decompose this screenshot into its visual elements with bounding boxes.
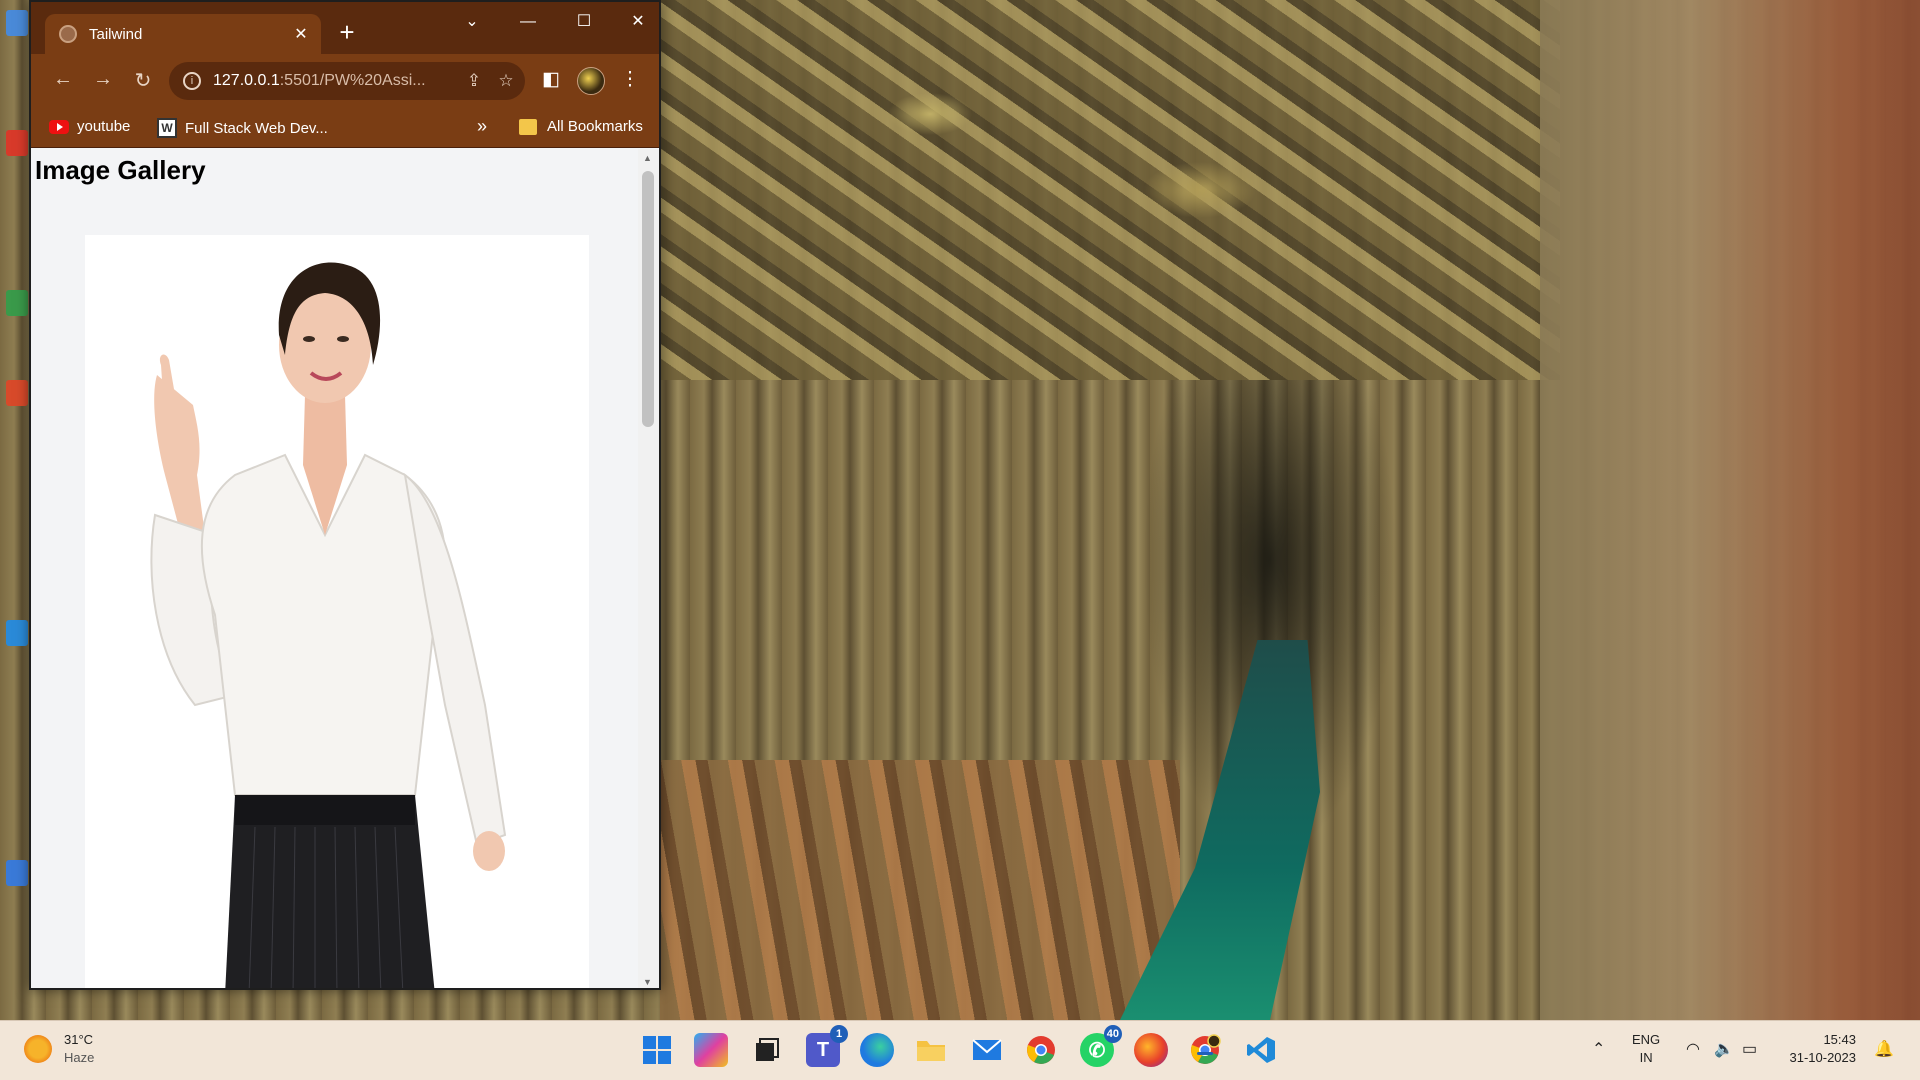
browser-window: Tailwind ✕ + ⌄ — ☐ ✕ ← → ↻ i 127.0.0.1:5… [29,0,661,990]
taskbar: 31°C Haze T1 ✆ 40 ⌃ ENG IN ◠ 🔈 ▭ 15:43 31… [0,1020,1920,1080]
share-icon[interactable]: ⇪ [461,71,487,91]
chevron-up-icon[interactable]: ⌃ [1592,1039,1605,1059]
desktop-shortcut-icon[interactable] [6,380,28,406]
vscode-icon[interactable] [1244,1033,1278,1067]
copilot-icon[interactable] [694,1033,728,1067]
whatsapp-badge: 40 [1103,1025,1122,1043]
wallpaper-cave-ceiling [660,0,1560,380]
wallpaper-rocks [660,760,1180,1020]
star-icon[interactable]: ☆ [493,71,519,91]
clock-date: 31-10-2023 [1789,1050,1857,1065]
bookmarks-overflow-button[interactable]: » [477,116,487,137]
page-title: Image Gallery [35,155,206,185]
back-arrow-icon[interactable]: ← [49,68,77,91]
desktop-icons-strip [0,0,32,1020]
chrome-icon[interactable] [1024,1033,1058,1067]
wifi-icon[interactable]: ◠ [1686,1039,1700,1059]
weather-condition: Haze [64,1050,95,1065]
browser-tab[interactable]: Tailwind ✕ [45,14,321,54]
desktop-shortcut-icon[interactable] [6,130,28,156]
all-bookmarks-label: All Bookmarks [547,118,643,135]
folder-icon [519,118,537,135]
youtube-icon [49,119,69,134]
globe-icon [59,25,77,43]
battery-icon[interactable]: ▭ [1742,1039,1757,1059]
minimize-button[interactable]: — [505,8,551,36]
task-view-icon[interactable] [750,1033,784,1067]
clock[interactable]: 15:43 31-10-2023 [1786,1031,1857,1067]
url-text[interactable]: 127.0.0.1:5501/PW%20Assi... [213,72,461,90]
side-panel-icon[interactable]: ◧ [538,68,564,91]
browser-toolbar: ← → ↻ i 127.0.0.1:5501/PW%20Assi... ⇪ ☆ … [31,54,659,108]
address-bar[interactable]: i 127.0.0.1:5501/PW%20Assi... ⇪ ☆ [169,62,525,100]
wallpaper-cave-wall [1540,0,1920,1020]
bookmark-youtube[interactable]: youtube [49,118,130,135]
menu-kebab-icon[interactable]: ⋮ [617,68,643,91]
tab-search-button[interactable]: ⌄ [449,8,495,36]
forward-arrow-icon[interactable]: → [89,68,117,91]
desktop-shortcut-icon[interactable] [6,620,28,646]
bookmark-full-stack[interactable]: W Full Stack Web Dev... [157,118,328,138]
gallery-image-card [85,235,589,988]
close-window-button[interactable]: ✕ [615,8,659,36]
profile-avatar[interactable] [577,67,605,95]
page-scrollbar[interactable]: ▲ ▼ [638,149,659,988]
chrome-profile-icon[interactable] [1188,1033,1222,1067]
desktop-shortcut-icon[interactable] [6,10,28,36]
windows-start-icon[interactable] [640,1033,674,1067]
teams-icon[interactable]: T1 [806,1025,848,1067]
wordpress-icon: W [157,118,177,138]
teams-badge: 1 [830,1025,848,1043]
language-indicator[interactable]: ENG IN [1632,1031,1660,1067]
folder-icon[interactable] [914,1033,948,1067]
bookmark-label: youtube [77,118,131,135]
volume-icon[interactable]: 🔈 [1714,1039,1734,1059]
all-bookmarks-button[interactable]: All Bookmarks [519,118,643,135]
clock-time: 15:43 [1823,1032,1856,1047]
bookmarks-bar: youtube W Full Stack Web Dev... » All Bo… [31,108,659,148]
site-info-icon[interactable]: i [183,72,201,90]
gallery-image [150,262,507,988]
browser-titlebar: Tailwind ✕ + ⌄ — ☐ ✕ [31,2,659,54]
maximize-button[interactable]: ☐ [561,8,607,36]
scrollbar-thumb[interactable] [642,171,654,427]
active-app-indicator [1197,1052,1213,1055]
reload-icon[interactable]: ↻ [129,68,157,93]
bookmark-label: Full Stack Web Dev... [185,119,328,137]
desktop-shortcut-icon[interactable] [6,290,28,316]
desktop-shortcut-icon[interactable] [6,860,28,886]
edge-icon[interactable] [860,1033,894,1067]
scroll-up-arrow-icon[interactable]: ▲ [643,153,652,163]
notification-bell-icon[interactable]: 🔔 [1874,1039,1894,1059]
whatsapp-icon[interactable]: ✆ 40 [1080,1025,1122,1067]
weather-temperature: 31°C [64,1032,94,1047]
sun-haze-icon [24,1035,52,1063]
firefox-icon[interactable] [1134,1033,1168,1067]
close-icon[interactable]: ✕ [291,24,311,44]
scroll-down-arrow-icon[interactable]: ▼ [643,977,652,987]
web-page: Image Gallery [31,149,636,988]
weather-widget[interactable]: 31°C Haze [24,1031,94,1067]
mail-icon[interactable] [970,1033,1004,1067]
new-tab-button[interactable]: + [333,18,361,46]
tab-title: Tailwind [89,25,143,43]
